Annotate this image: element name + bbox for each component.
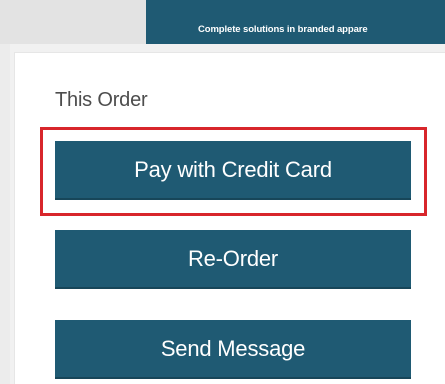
page: Complete solutions in branded appare Thi… (0, 0, 445, 384)
highlight-box (40, 127, 427, 216)
header-banner: Complete solutions in branded appare (146, 0, 445, 44)
re-order-button[interactable]: Re-Order (55, 230, 411, 289)
banner-tagline: Complete solutions in branded appare (198, 24, 368, 35)
send-message-button[interactable]: Send Message (55, 320, 411, 379)
section-title: This Order (55, 89, 148, 111)
header-left-area (0, 0, 146, 44)
reorder-button-label: Re-Order (187, 245, 279, 271)
left-edge (0, 0, 10, 384)
send-message-button-label: Send Message (160, 335, 306, 361)
